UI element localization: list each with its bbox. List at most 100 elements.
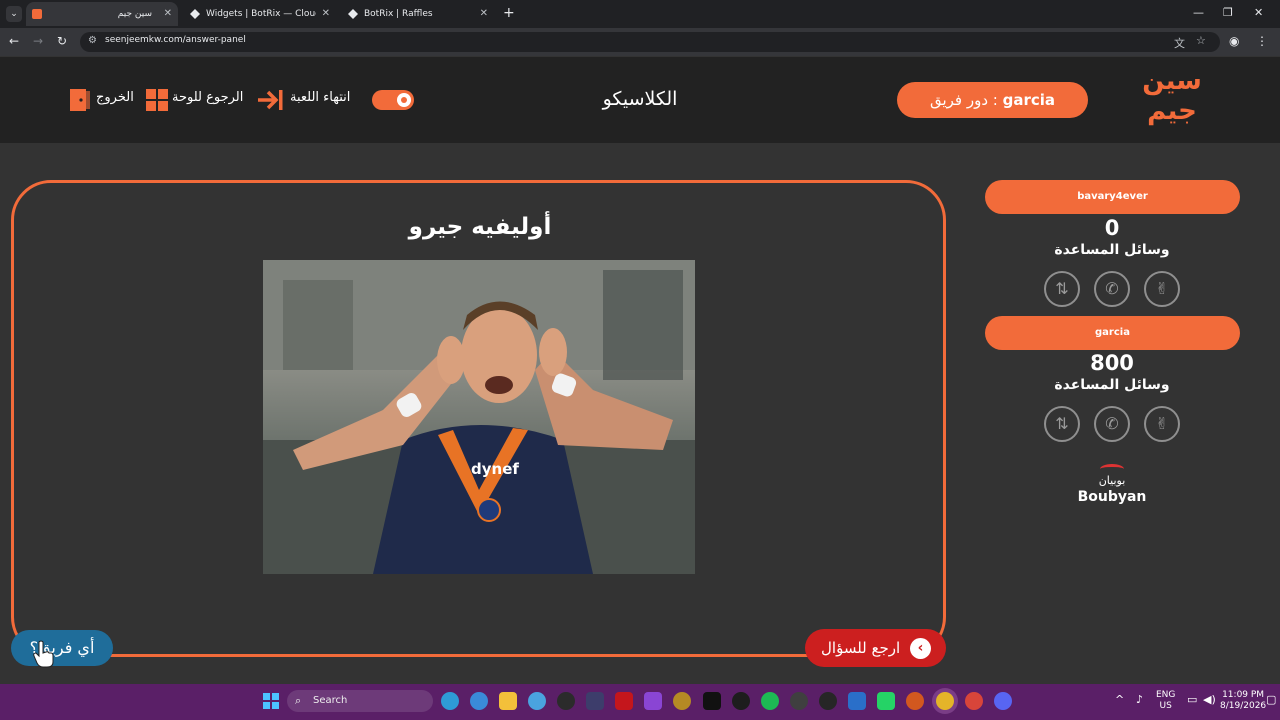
spotify-icon[interactable] bbox=[761, 692, 779, 710]
team-name-badge: bavary4ever bbox=[985, 180, 1240, 214]
minimize-icon[interactable]: — bbox=[1193, 6, 1204, 19]
back-to-question-button[interactable]: ارجع للسؤال ‹ bbox=[805, 629, 946, 667]
chatgpt-icon[interactable] bbox=[790, 692, 808, 710]
team-score: 800 bbox=[1090, 351, 1134, 375]
discord-icon[interactable] bbox=[994, 692, 1012, 710]
lang-top: ENG bbox=[1156, 690, 1176, 700]
site-info-icon[interactable]: ⚙ bbox=[88, 35, 97, 46]
swap-arrows-icon[interactable]: ⇅ bbox=[1044, 406, 1080, 442]
new-tab-icon[interactable]: + bbox=[503, 5, 515, 21]
notifications-icon[interactable]: ▢ bbox=[1266, 694, 1276, 705]
back-to-question-label: ارجع للسؤال bbox=[821, 639, 901, 657]
speedometer-icon[interactable] bbox=[732, 692, 750, 710]
app-gold-icon[interactable] bbox=[673, 692, 691, 710]
peace-sign-icon[interactable]: ✌ bbox=[1144, 271, 1180, 307]
tab-title: Widgets | BotRix — Cloud Strea bbox=[206, 9, 316, 19]
back-to-board-link[interactable]: الرجوع للوحة bbox=[172, 90, 243, 105]
restore-icon[interactable]: ❐ bbox=[1223, 6, 1233, 19]
profile-icon[interactable]: ◉ bbox=[1229, 34, 1239, 48]
back-icon[interactable]: ← bbox=[9, 34, 19, 48]
edge-browser-icon[interactable] bbox=[441, 692, 459, 710]
help-aids-label: وسائل المساعدة bbox=[1054, 377, 1170, 393]
tab-title: سين جيم bbox=[117, 9, 152, 19]
end-game-link[interactable]: انتهاء اللعبة bbox=[290, 90, 350, 105]
taskbar-search-placeholder: Search bbox=[313, 695, 348, 706]
botrix-favicon-icon bbox=[348, 9, 358, 19]
app-b-icon[interactable] bbox=[586, 692, 604, 710]
url-field[interactable]: ⚙ seenjeemkw.com/answer-panel 文 ☆ bbox=[80, 32, 1220, 52]
app-dark-icon[interactable] bbox=[819, 692, 837, 710]
lang-bottom: US bbox=[1159, 701, 1172, 711]
answer-title: أوليفيه جيرو bbox=[408, 214, 552, 240]
toggle-knob bbox=[397, 93, 411, 107]
answer-photo: dynef bbox=[263, 260, 695, 574]
arrow-exit-icon[interactable] bbox=[256, 89, 284, 111]
bookmark-star-icon[interactable]: ☆ bbox=[1196, 34, 1206, 47]
clock[interactable]: 11:09 PM 8/19/2026 bbox=[1220, 690, 1266, 712]
clock-date: 8/19/2026 bbox=[1220, 701, 1267, 711]
sponsor-logo: بوبيان Boubyan bbox=[1070, 464, 1154, 506]
hand-cursor-icon bbox=[33, 640, 54, 668]
tab-botrix-widgets[interactable]: Widgets | BotRix — Cloud Strea ✕ bbox=[184, 2, 336, 26]
current-turn-badge: دور فريق : garcia bbox=[897, 82, 1088, 118]
turn-team-name: garcia bbox=[1002, 91, 1056, 109]
telegram-icon[interactable] bbox=[528, 692, 546, 710]
close-tab-icon[interactable]: ✕ bbox=[322, 2, 330, 26]
tab-seenjeem[interactable]: سين جيم ✕ bbox=[26, 2, 178, 26]
volume-icon[interactable]: ◀) bbox=[1203, 694, 1216, 705]
menu-kebab-icon[interactable]: ⋮ bbox=[1256, 34, 1268, 48]
svg-text:dynef: dynef bbox=[471, 460, 519, 478]
tab-botrix-raffles[interactable]: BotRix | Raffles ✕ bbox=[342, 2, 494, 26]
close-window-icon[interactable]: ✕ bbox=[1254, 6, 1263, 19]
search-icon: ⌕ bbox=[295, 694, 302, 707]
chrome-profile-icon[interactable] bbox=[965, 692, 983, 710]
display-icon[interactable]: ▭ bbox=[1187, 694, 1197, 705]
browser-tab-bar: ⌄ سين جيم ✕ Widgets | BotRix — Cloud Str… bbox=[0, 0, 1280, 28]
twitch-icon[interactable] bbox=[644, 692, 662, 710]
url-text: seenjeemkw.com/answer-panel bbox=[105, 35, 246, 45]
reload-icon[interactable]: ↻ bbox=[57, 34, 67, 48]
app-c-icon[interactable] bbox=[470, 692, 488, 710]
whatsapp-icon[interactable] bbox=[877, 692, 895, 710]
board-grid-icon[interactable] bbox=[146, 89, 168, 111]
which-team-button[interactable]: أي فريق؟ bbox=[11, 630, 113, 666]
sponsor-english: Boubyan bbox=[1077, 489, 1147, 505]
windows-taskbar: ⌕ Search ^ ♪ ENG US ▭ ◀) 11:09 PM 8/19/2… bbox=[0, 684, 1280, 720]
phone-call-icon[interactable]: ✆ bbox=[1094, 271, 1130, 307]
clock-time: 11:09 PM bbox=[1222, 690, 1265, 700]
phone-call-icon[interactable]: ✆ bbox=[1094, 406, 1130, 442]
sponsor-arc-icon bbox=[1100, 464, 1124, 474]
exit-door-icon[interactable] bbox=[69, 88, 91, 112]
language-indicator[interactable]: ENG US bbox=[1156, 690, 1175, 712]
translate-icon[interactable]: 文 bbox=[1174, 35, 1185, 51]
player-celebration-image: dynef bbox=[263, 260, 695, 574]
help-aids-label: وسائل المساعدة bbox=[1054, 242, 1170, 258]
seenjeem-logo[interactable]: سين جيم bbox=[1136, 66, 1208, 134]
category-title: الكلاسيكو bbox=[602, 88, 678, 110]
file-explorer-icon[interactable] bbox=[499, 692, 517, 710]
tab-title: BotRix | Raffles bbox=[364, 9, 433, 19]
chevron-left-icon: ‹ bbox=[910, 638, 931, 659]
botrix-favicon-icon bbox=[190, 9, 200, 19]
windows-start-icon[interactable] bbox=[263, 693, 279, 709]
forward-icon[interactable]: → bbox=[33, 34, 43, 48]
obs-icon[interactable] bbox=[557, 692, 575, 710]
end-game-toggle[interactable] bbox=[372, 90, 414, 110]
team-score: 0 bbox=[1104, 216, 1120, 240]
app-blue-icon[interactable] bbox=[848, 692, 866, 710]
seenjeem-favicon-icon bbox=[32, 9, 42, 19]
chrome-icon[interactable] bbox=[936, 692, 954, 710]
microphone-icon[interactable]: ♪ bbox=[1136, 694, 1143, 705]
address-bar: ← → ↻ ⚙ seenjeemkw.com/answer-panel 文 ☆ … bbox=[0, 28, 1280, 56]
exit-link[interactable]: الخروج bbox=[96, 90, 134, 105]
app-red-icon[interactable] bbox=[615, 692, 633, 710]
app-orange-icon[interactable] bbox=[906, 692, 924, 710]
swap-arrows-icon[interactable]: ⇅ bbox=[1044, 271, 1080, 307]
tab-search-button[interactable]: ⌄ bbox=[6, 6, 22, 22]
peace-sign-icon[interactable]: ✌ bbox=[1144, 406, 1180, 442]
tray-chevron-icon[interactable]: ^ bbox=[1115, 694, 1124, 705]
close-tab-icon[interactable]: ✕ bbox=[480, 2, 488, 26]
dazn-icon[interactable] bbox=[703, 692, 721, 710]
taskbar-search-box[interactable]: ⌕ Search bbox=[287, 690, 433, 712]
close-tab-icon[interactable]: ✕ bbox=[164, 2, 172, 26]
